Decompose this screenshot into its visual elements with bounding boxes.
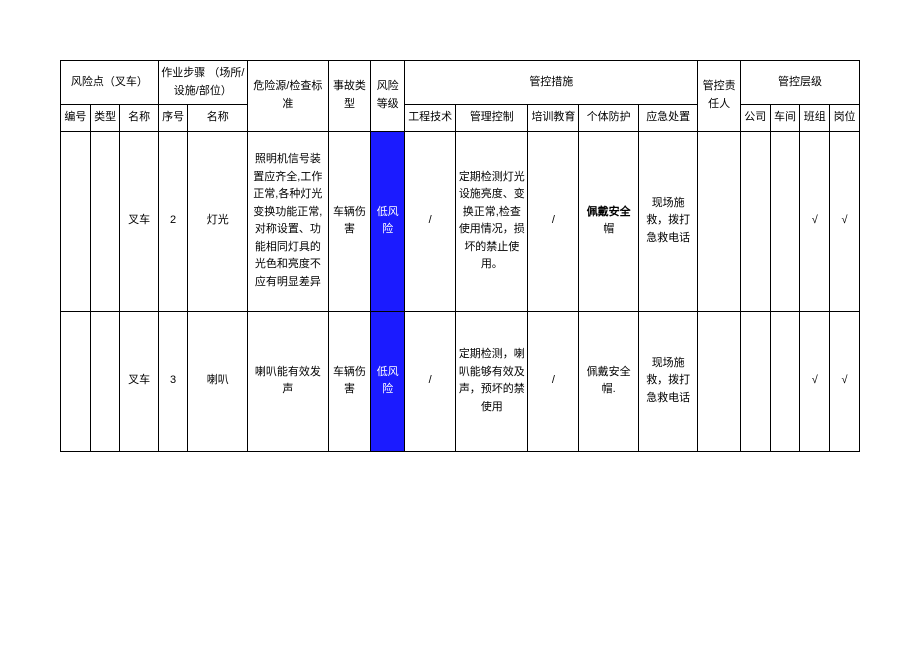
hdr-type: 类型 <box>90 105 120 132</box>
hdr-company: 公司 <box>740 105 770 132</box>
cell-ppe: 佩戴安全帽. <box>579 311 639 451</box>
hdr-train: 培训教育 <box>528 105 579 132</box>
cell-sn <box>61 311 91 451</box>
cell-mgmt: 定期检测，喇叭能够有效及声，预坏的禁使用 <box>456 311 528 451</box>
cell-step-name: 灯光 <box>188 131 248 311</box>
cell-mgmt: 定期检测灯光设施亮度、变换正常,检查使用情况，损坏的禁止使用。 <box>456 131 528 311</box>
cell-hazard: 照明机信号装置应齐全,工作正常,各种灯光变换功能正常,对称设置、功能相同灯具的光… <box>247 131 328 311</box>
risk-table: 风险点（叉车） 作业步骤 （场所/设施/部位） 危险源/检查标准 事故类型 风险… <box>60 60 860 452</box>
hdr-workshop: 车间 <box>770 105 800 132</box>
cell-emergency: 现场施救，拨打急救电话 <box>638 131 698 311</box>
cell-team: √ <box>800 311 830 451</box>
hdr-hazard: 危险源/检查标准 <box>247 61 328 132</box>
cell-hazard: 喇叭能有效发声 <box>247 311 328 451</box>
hdr-accident: 事故类型 <box>328 61 370 132</box>
cell-level: 低风险 <box>371 311 405 451</box>
cell-step-sn: 3 <box>158 311 188 451</box>
cell-eng: / <box>405 131 456 311</box>
cell-name: 叉车 <box>120 311 158 451</box>
table-row: 叉车 2 灯光 照明机信号装置应齐全,工作正常,各种灯光变换功能正常,对称设置、… <box>61 131 860 311</box>
cell-step-sn: 2 <box>158 131 188 311</box>
hdr-risk-point: 风险点（叉车） <box>61 61 159 105</box>
hdr-post: 岗位 <box>830 105 860 132</box>
cell-type <box>90 131 120 311</box>
table-body: 叉车 2 灯光 照明机信号装置应齐全,工作正常,各种灯光变换功能正常,对称设置、… <box>61 131 860 451</box>
cell-post: √ <box>830 131 860 311</box>
hdr-ppe: 个体防护 <box>579 105 639 132</box>
cell-name: 叉车 <box>120 131 158 311</box>
hdr-step-name: 名称 <box>188 105 248 132</box>
cell-team: √ <box>800 131 830 311</box>
hdr-mgmt: 管理控制 <box>456 105 528 132</box>
hdr-sn: 编号 <box>61 105 91 132</box>
cell-emergency: 现场施救，拨打急救电话 <box>638 311 698 451</box>
hdr-responsible: 管控责任人 <box>698 61 740 132</box>
cell-step-name: 喇叭 <box>188 311 248 451</box>
cell-train: / <box>528 311 579 451</box>
cell-post: √ <box>830 311 860 451</box>
hdr-emergency: 应急处置 <box>638 105 698 132</box>
hdr-layer: 管控层级 <box>740 61 859 105</box>
cell-resp <box>698 311 740 451</box>
cell-type <box>90 311 120 451</box>
cell-company <box>740 311 770 451</box>
hdr-work-step: 作业步骤 （场所/设施/部位） <box>158 61 247 105</box>
hdr-step-sn: 序号 <box>158 105 188 132</box>
cell-resp <box>698 131 740 311</box>
cell-company <box>740 131 770 311</box>
table-header: 风险点（叉车） 作业步骤 （场所/设施/部位） 危险源/检查标准 事故类型 风险… <box>61 61 860 132</box>
hdr-measures: 管控措施 <box>405 61 698 105</box>
table-row: 叉车 3 喇叭 喇叭能有效发声 车辆伤害 低风险 / 定期检测，喇叭能够有效及声… <box>61 311 860 451</box>
hdr-team: 班组 <box>800 105 830 132</box>
cell-workshop <box>770 131 800 311</box>
cell-level: 低风险 <box>371 131 405 311</box>
cell-workshop <box>770 311 800 451</box>
cell-ppe: 佩戴安全帽 <box>579 131 639 311</box>
cell-sn <box>61 131 91 311</box>
hdr-name: 名称 <box>120 105 158 132</box>
hdr-eng: 工程技术 <box>405 105 456 132</box>
cell-train: / <box>528 131 579 311</box>
cell-accident: 车辆伤害 <box>328 131 370 311</box>
cell-eng: / <box>405 311 456 451</box>
hdr-level: 风险等级 <box>371 61 405 132</box>
cell-accident: 车辆伤害 <box>328 311 370 451</box>
